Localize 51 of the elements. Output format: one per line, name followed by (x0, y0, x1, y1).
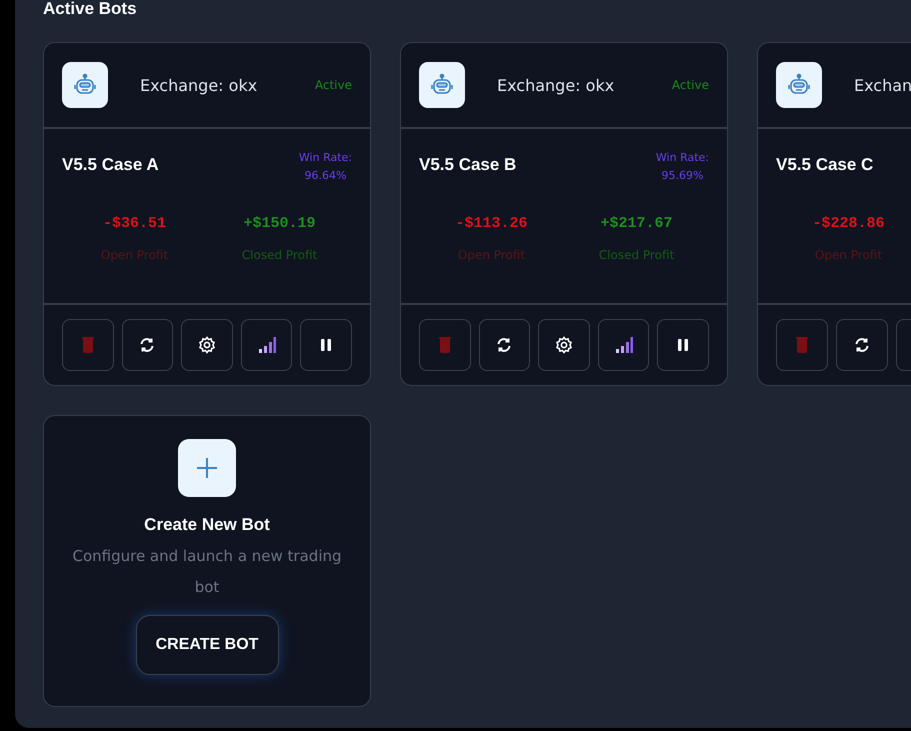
status-label: Active (672, 78, 709, 92)
status-label: Active (314, 78, 352, 92)
open-profit-label: Open Profit (456, 248, 526, 262)
refresh-button[interactable] (478, 319, 530, 371)
trash-icon (82, 336, 94, 354)
bar-chart-icon (258, 336, 276, 354)
settings-icon (198, 336, 216, 354)
win-rate-label: Win Rate: (298, 150, 352, 166)
closed-profit-label: Closed Profit (240, 248, 318, 262)
pause-button[interactable] (300, 319, 352, 371)
bot-name: V5.5 Case C (776, 155, 874, 175)
refresh-button[interactable] (836, 319, 888, 371)
create-description: Configure and launch a new trading bot (71, 546, 343, 598)
refresh-icon (496, 337, 512, 353)
open-profit-value: -$113.26 (454, 215, 528, 232)
create-bot-button[interactable]: CREATE BOT (136, 615, 278, 675)
open-profit-label: Open Profit (814, 248, 884, 262)
closed-profit-value: +$217.67 (599, 215, 674, 232)
plus-icon (196, 457, 218, 479)
settings-icon (554, 336, 573, 354)
pause-icon (678, 339, 688, 351)
stats-button[interactable] (240, 319, 292, 371)
trash-icon (438, 336, 451, 354)
exchange-label: Exchange: okx (140, 76, 258, 94)
refresh-icon (139, 337, 156, 353)
exchange-label: Exchange: okx (497, 76, 616, 94)
bar-chart-icon (614, 336, 633, 354)
open-profit-value: -$228.86 (811, 215, 886, 232)
win-rate-value: 96.64% (303, 168, 348, 184)
refresh-button[interactable] (122, 319, 174, 371)
closed-profit-label: Closed Profit (598, 248, 676, 262)
pause-icon (321, 339, 332, 351)
open-profit-label: Open Profit (100, 248, 170, 262)
robot-icon (787, 73, 811, 97)
settings-button[interactable] (538, 319, 590, 371)
robot-icon (73, 73, 97, 97)
closed-profit-value: +$150.19 (242, 215, 316, 232)
stats-button[interactable] (598, 319, 650, 371)
win-rate-value: 95.69% (660, 168, 704, 184)
open-profit-value: -$36.51 (102, 215, 167, 232)
pause-button[interactable] (657, 319, 709, 371)
exchange-label: Exchan (854, 76, 911, 94)
robot-icon (430, 73, 454, 97)
create-title: Create New Bot (144, 515, 270, 535)
trash-icon (796, 336, 808, 354)
section-title: Active Bots (43, 0, 138, 20)
bot-name: V5.5 Case B (419, 155, 516, 175)
refresh-icon (854, 337, 870, 353)
settings-button[interactable] (181, 319, 233, 371)
bot-name: V5.5 Case A (62, 155, 159, 175)
win-rate-label: Win Rate: (656, 150, 709, 166)
